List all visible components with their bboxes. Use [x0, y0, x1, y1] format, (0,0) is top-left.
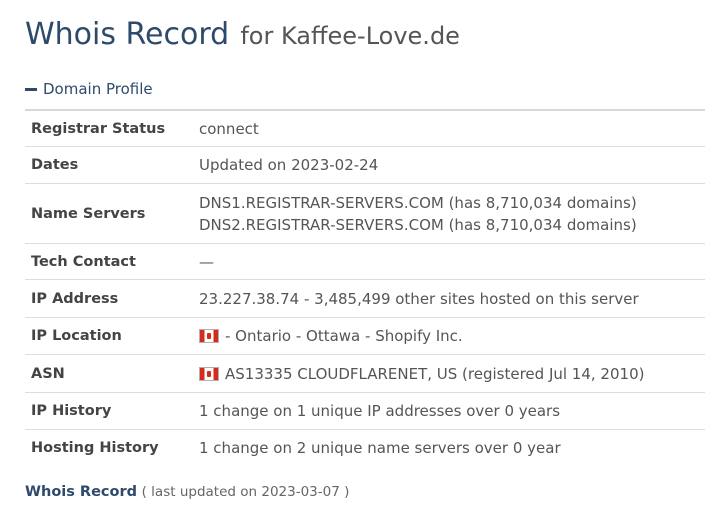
row-label: Registrar Status [25, 110, 199, 147]
row-label: Hosting History [31, 440, 159, 456]
table-row: IP Address 23.227.38.74 - 3,485,499 othe… [25, 279, 705, 318]
table-row: Hosting History 1 change on 2 unique nam… [25, 430, 705, 467]
page-title: Whois Record for Kaffee-Love.de [25, 14, 460, 53]
row-value: AS13335 CLOUDFLARENET, US (registered Ju… [199, 354, 705, 393]
domain-profile-table: Registrar Status connect Dates Updated o… [25, 109, 705, 466]
table-row: Tech Contact — [25, 243, 705, 280]
table-row: Name Servers DNS1.REGISTRAR-SERVERS.COM … [25, 183, 705, 244]
domain-profile-heading: Domain Profile [43, 80, 153, 98]
table-row: Registrar Status connect [25, 110, 705, 147]
row-label: Name Servers [25, 183, 199, 244]
row-value: 23.227.38.74 - 3,485,499 other sites hos… [199, 279, 705, 318]
row-label: ASN [25, 354, 199, 393]
row-label: Tech Contact [25, 243, 199, 280]
whois-record-footer: Whois Record ( last updated on 2023-03-0… [25, 484, 349, 500]
row-value: 1 change on 2 unique name servers over 0… [199, 439, 561, 457]
domain-profile-toggle[interactable]: Domain Profile [25, 80, 153, 98]
row-value: Updated on 2023-02-24 [199, 146, 705, 184]
collapse-minus-icon [25, 87, 37, 91]
canada-flag-icon [199, 329, 219, 343]
table-row: ASN AS13335 CLOUDFLARENET, US (registere… [25, 354, 705, 393]
name-server-1: DNS1.REGISTRAR-SERVERS.COM (has 8,710,03… [199, 193, 637, 212]
table-row: IP History 1 change on 1 unique IP addre… [25, 392, 705, 430]
row-label: IP Address [25, 279, 199, 318]
row-value: connect [199, 110, 705, 147]
row-label: Dates [25, 146, 199, 184]
page-title-main: Whois Record [25, 17, 230, 52]
row-value: — [199, 243, 705, 280]
table-row: IP Location - Ontario - Ottawa - Shopify… [25, 317, 705, 355]
last-updated-note: ( last updated on 2023-03-07 ) [141, 484, 350, 500]
page-title-domain: for Kaffee-Love.de [240, 22, 460, 50]
row-label: IP History [25, 392, 199, 430]
row-value: DNS1.REGISTRAR-SERVERS.COM (has 8,710,03… [199, 183, 705, 244]
row-label: IP Location [25, 317, 199, 355]
whois-record-link[interactable]: Whois Record [25, 484, 137, 500]
row-value: - Ontario - Ottawa - Shopify Inc. [199, 317, 705, 355]
name-server-2: DNS2.REGISTRAR-SERVERS.COM (has 8,710,03… [199, 215, 637, 234]
table-row: Dates Updated on 2023-02-24 [25, 146, 705, 184]
ip-location-text: - Ontario - Ottawa - Shopify Inc. [225, 327, 463, 345]
asn-text: AS13335 CLOUDFLARENET, US (registered Ju… [225, 364, 645, 383]
row-value: 1 change on 1 unique IP addresses over 0… [199, 392, 705, 430]
canada-flag-icon [199, 366, 219, 381]
